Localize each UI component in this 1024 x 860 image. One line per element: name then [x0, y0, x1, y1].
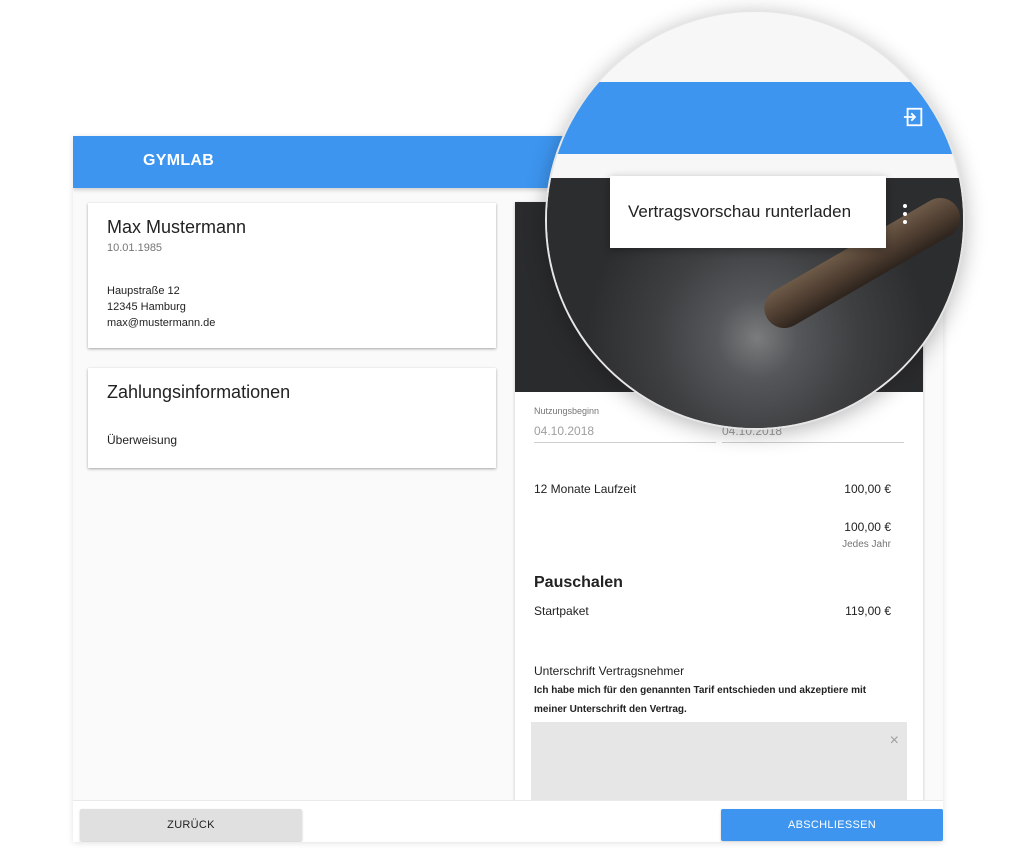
magnified-app-bar [547, 82, 963, 154]
fees-title: Pauschalen [534, 574, 623, 591]
address-street: Haupstraße 12 [107, 285, 180, 297]
address-city: 12345 Hamburg [107, 301, 186, 313]
download-preview-menu-item[interactable]: Vertragsvorschau runterladen [610, 176, 886, 248]
recurring-price: 100,00 € [844, 520, 891, 534]
payment-card: Zahlungsinformationen Überweisung [88, 368, 496, 468]
payment-method: Überweisung [107, 433, 178, 447]
term-price: 100,00 € [844, 482, 891, 496]
fee-price: 119,00 € [845, 604, 891, 618]
signature-text: Ich habe mich für den genannten Tarif en… [534, 685, 867, 715]
brand-title: GYMLAB [143, 152, 215, 169]
more-vert-icon[interactable] [902, 204, 908, 228]
signature-title: Unterschrift Vertragsnehmer [534, 664, 685, 678]
magnifier-callout: Vertragsvorschau runterladen [545, 10, 965, 430]
customer-address: Haupstraße 12 12345 Hamburg max@musterma… [107, 283, 215, 331]
finish-button[interactable]: ABSCHLIESSEN [721, 809, 943, 841]
bottom-action-bar: ZURÜCK ABSCHLIESSEN [73, 800, 943, 842]
back-button[interactable]: ZURÜCK [80, 809, 302, 841]
customer-dob: 10.01.1985 [107, 242, 163, 254]
customer-email: max@mustermann.de [107, 317, 216, 329]
exit-icon[interactable] [903, 106, 925, 128]
profile-card: Max Mustermann 10.01.1985 Haupstraße 12 … [88, 203, 496, 348]
clear-signature-icon[interactable]: × [890, 732, 899, 750]
term-label: 12 Monate Laufzeit [534, 482, 637, 496]
download-preview-label: Vertragsvorschau runterladen [628, 202, 852, 221]
signature-pad[interactable]: × [531, 722, 907, 812]
payment-title: Zahlungsinformationen [107, 382, 291, 402]
recurring-period: Jedes Jahr [842, 539, 891, 550]
fee-label: Startpaket [534, 604, 589, 618]
customer-name: Max Mustermann [107, 217, 247, 237]
